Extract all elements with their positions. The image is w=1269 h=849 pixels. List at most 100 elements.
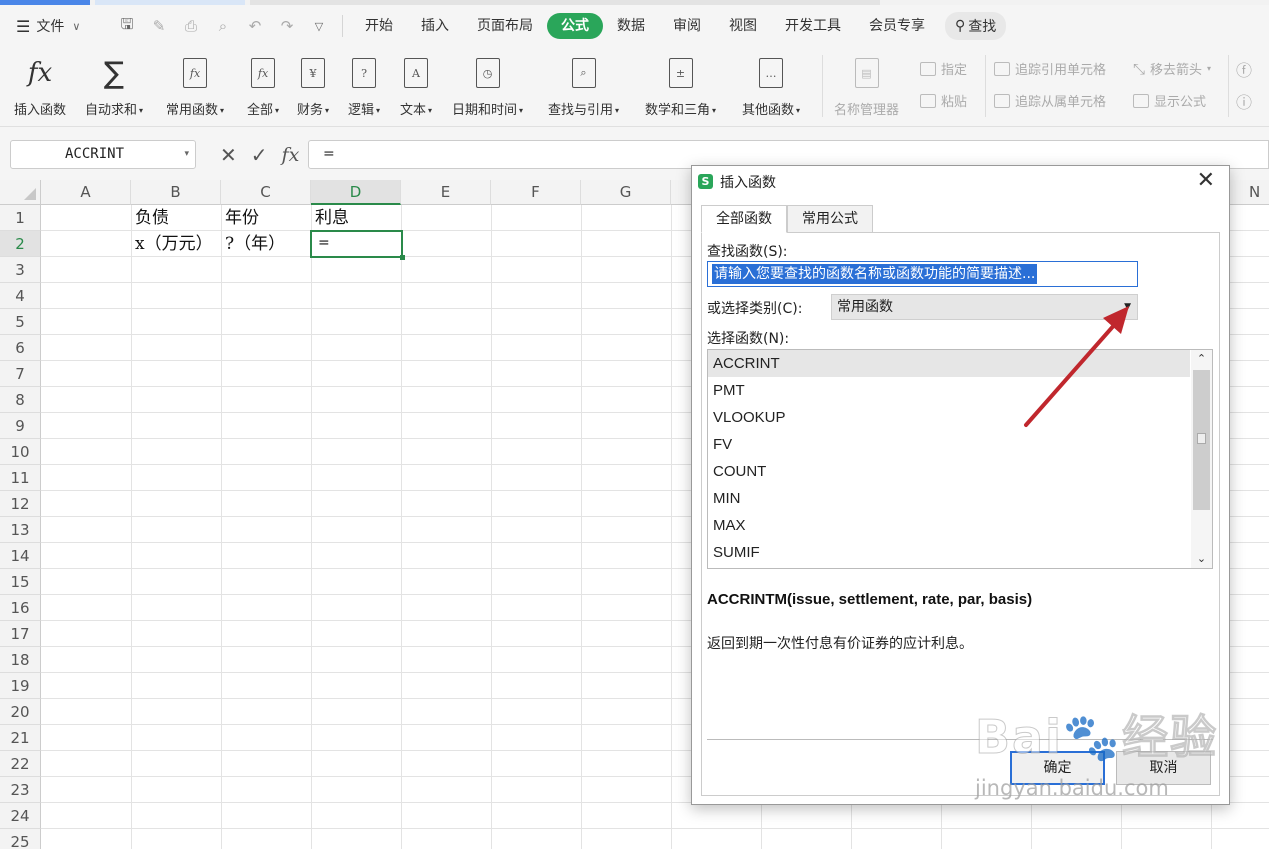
cell-c2[interactable]: ?（年） [221, 231, 285, 257]
math-trig-button[interactable]: ± 数学和三角 ▾ [645, 55, 716, 118]
tab-insert[interactable]: 插入 [407, 13, 463, 39]
row-header[interactable]: 7 [0, 361, 41, 387]
row-header[interactable]: 9 [0, 413, 41, 439]
tab-review[interactable]: 审阅 [659, 13, 715, 39]
row-header[interactable]: 11 [0, 465, 41, 491]
function-list-scrollbar[interactable]: ⌃ ⌄ [1191, 350, 1212, 568]
cell-c1[interactable]: 年份 [221, 205, 259, 231]
row-header[interactable]: 3 [0, 257, 41, 283]
paste-name-button[interactable]: 粘贴 [920, 91, 967, 110]
tab-page-layout[interactable]: 页面布局 [463, 13, 547, 39]
autosum-button[interactable]: ∑ 自动求和 ▾ [85, 55, 143, 119]
row-header[interactable]: 6 [0, 335, 41, 361]
specify-button[interactable]: 指定 [920, 59, 967, 78]
list-item[interactable]: FV [708, 431, 1190, 458]
search-function-input[interactable]: 请输入您要查找的函数名称或函数功能的简要描述... [707, 261, 1138, 287]
list-item[interactable]: SUMIF [708, 539, 1190, 566]
tab-home[interactable]: 开始 [351, 13, 407, 39]
undo-icon[interactable]: ↶ [244, 17, 266, 35]
row-header[interactable]: 24 [0, 803, 41, 829]
row-header[interactable]: 10 [0, 439, 41, 465]
list-item[interactable]: COUNT [708, 458, 1190, 485]
chevron-up-icon[interactable]: ⌃ [1191, 350, 1212, 368]
show-formulas-button[interactable]: 显示公式 [1133, 91, 1206, 110]
name-manager-button[interactable]: ▤ 名称管理器 [834, 55, 899, 118]
all-functions-button[interactable]: fx 全部 ▾ [247, 55, 279, 118]
row-header[interactable]: 19 [0, 673, 41, 699]
cell-b2[interactable]: x（万元） [131, 231, 213, 257]
category-select[interactable]: 常用函数 ▼ [831, 294, 1138, 320]
cell-d2-active[interactable]: = [310, 230, 405, 260]
trace-dependents-button[interactable]: 追踪从属单元格 [994, 91, 1106, 110]
ok-button[interactable]: 确定 [1010, 751, 1105, 785]
error-check-icon[interactable]: ⓘ [1236, 89, 1252, 113]
date-time-button[interactable]: ◷ 日期和时间 ▾ [452, 55, 523, 118]
column-header-e[interactable]: E [401, 180, 491, 205]
trace-precedents-button[interactable]: 追踪引用单元格 [994, 59, 1106, 78]
name-box[interactable]: ACCRINT ▾ [10, 140, 196, 169]
row-header[interactable]: 2 [0, 231, 41, 257]
function-list[interactable]: ACCRINT PMT VLOOKUP FV COUNT MIN MAX SUM… [707, 349, 1213, 569]
cancel-button[interactable]: 取消 [1116, 751, 1211, 785]
row-header[interactable]: 18 [0, 647, 41, 673]
tab-all-functions[interactable]: 全部函数 [701, 205, 787, 233]
financial-button[interactable]: ¥ 财务 ▾ [297, 55, 329, 118]
row-header[interactable]: 4 [0, 283, 41, 309]
column-header-g[interactable]: G [581, 180, 671, 205]
remove-arrows-button[interactable]: ⤡ 移去箭头 ▾ [1133, 59, 1211, 79]
row-header[interactable]: 1 [0, 205, 41, 231]
format-painter-icon[interactable]: ✎ [148, 17, 170, 35]
common-functions-button[interactable]: fx 常用函数 ▾ [166, 55, 224, 118]
row-header[interactable]: 16 [0, 595, 41, 621]
tab-view[interactable]: 视图 [715, 13, 771, 39]
file-menu-button[interactable]: ☰ 文件 ∨ [0, 16, 102, 36]
list-item[interactable]: MIN [708, 485, 1190, 512]
print-preview-icon[interactable]: ⌕ [212, 17, 234, 35]
row-header[interactable]: 12 [0, 491, 41, 517]
fx-icon[interactable]: fx [282, 144, 300, 166]
print-icon[interactable]: ⎙ [180, 17, 202, 35]
row-header[interactable]: 8 [0, 387, 41, 413]
column-header-d[interactable]: D [311, 180, 401, 205]
column-header-a[interactable]: A [41, 180, 131, 205]
cancel-formula-icon[interactable]: ✕ [220, 143, 237, 167]
list-item[interactable]: PMT [708, 377, 1190, 404]
save-icon[interactable]: 🖫 [116, 14, 138, 39]
row-header[interactable]: 23 [0, 777, 41, 803]
row-header[interactable]: 22 [0, 751, 41, 777]
dialog-title-bar[interactable]: S 插入函数 [692, 166, 1229, 197]
tab-formulas[interactable]: 公式 [547, 13, 603, 39]
column-header-f[interactable]: F [491, 180, 581, 205]
tab-member[interactable]: 会员专享 [855, 13, 939, 39]
row-header[interactable]: 13 [0, 517, 41, 543]
tab-common-formulas[interactable]: 常用公式 [787, 205, 873, 233]
row-header[interactable]: 17 [0, 621, 41, 647]
search-tab[interactable]: ⚲ 查找 [945, 12, 1007, 40]
row-header[interactable]: 5 [0, 309, 41, 335]
close-icon[interactable]: ✕ [1197, 169, 1215, 193]
scrollbar-grip[interactable] [1197, 433, 1206, 444]
other-functions-button[interactable]: … 其他函数 ▾ [742, 55, 800, 118]
chevron-down-icon[interactable]: ▼ [1124, 295, 1131, 319]
row-header[interactable]: 14 [0, 543, 41, 569]
row-header[interactable]: 25 [0, 829, 41, 849]
customize-toolbar-icon[interactable]: ▽ [308, 20, 330, 33]
tab-developer[interactable]: 开发工具 [771, 13, 855, 39]
column-header-b[interactable]: B [131, 180, 221, 205]
text-functions-button[interactable]: A 文本 ▾ [400, 55, 432, 118]
chevron-down-icon[interactable]: ⌄ [1191, 550, 1212, 568]
lookup-reference-button[interactable]: ⌕ 查找与引用 ▾ [548, 55, 619, 118]
row-header[interactable]: 20 [0, 699, 41, 725]
list-item[interactable]: MAX [708, 512, 1190, 539]
tab-data[interactable]: 数据 [603, 13, 659, 39]
cell-b1[interactable]: 负债 [131, 205, 169, 231]
cell-d1[interactable]: 利息 [311, 205, 349, 231]
list-item[interactable]: ACCRINT [708, 350, 1190, 377]
row-header[interactable]: 15 [0, 569, 41, 595]
column-header-c[interactable]: C [221, 180, 311, 205]
chevron-down-icon[interactable]: ▾ [184, 141, 189, 168]
evaluate-icon[interactable]: ⓕ [1236, 57, 1252, 81]
logical-button[interactable]: ? 逻辑 ▾ [348, 55, 380, 118]
confirm-formula-icon[interactable]: ✓ [251, 143, 268, 167]
list-item[interactable]: VLOOKUP [708, 404, 1190, 431]
